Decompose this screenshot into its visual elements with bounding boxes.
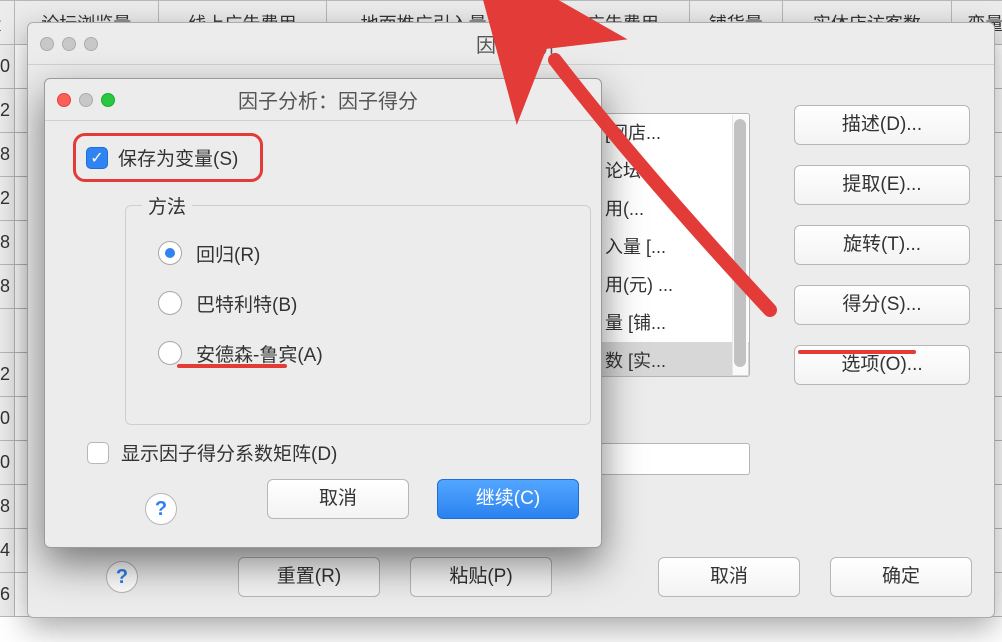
main-dialog-title: 因子分析 xyxy=(98,29,994,58)
reset-button[interactable]: 重置(R) xyxy=(238,557,380,597)
right-buttons-column: 描述(D)... 提取(E)... 旋转(T)... 得分(S)... 选项(O… xyxy=(794,105,970,405)
save-as-variable-label: 保存为变量(S) xyxy=(118,144,238,171)
scores-button[interactable]: 得分(S)... xyxy=(794,285,970,325)
show-matrix-label: 显示因子得分系数矩阵(D) xyxy=(121,439,337,466)
sub-dialog-title: 因子分析：因子得分 xyxy=(115,85,601,114)
save-as-variable-row[interactable]: ✓ 保存为变量(S) xyxy=(73,133,263,182)
rotate-button[interactable]: 旋转(T)... xyxy=(794,225,970,265)
check-icon: ✓ xyxy=(90,148,103,168)
list-item[interactable]: 论坛... xyxy=(599,152,749,190)
close-icon[interactable] xyxy=(57,93,71,107)
radio-button[interactable] xyxy=(158,241,182,265)
ok-button[interactable]: 确定 xyxy=(830,557,972,597)
cell[interactable]: 558 xyxy=(0,133,15,177)
cell[interactable]: 068 xyxy=(0,265,15,309)
cell[interactable]: 046 xyxy=(0,573,15,617)
minimize-icon[interactable] xyxy=(79,93,93,107)
annotation-underline xyxy=(177,364,287,368)
variables-list[interactable]: [网店...论坛...用(...入量 [...用(元) ...量 [铺...数 … xyxy=(598,113,750,377)
traffic-lights xyxy=(57,93,115,107)
continue-button[interactable]: 继续(C) xyxy=(437,479,579,519)
help-button[interactable]: ? xyxy=(106,561,138,593)
cell[interactable]: 004 xyxy=(0,529,15,573)
cell[interactable]: 720 xyxy=(0,441,15,485)
radio-label: 安德森-鲁宾(A) xyxy=(196,340,323,367)
zoom-icon[interactable] xyxy=(101,93,115,107)
radio-button[interactable] xyxy=(158,341,182,365)
annotation-underline xyxy=(798,350,916,354)
traffic-lights xyxy=(40,37,98,51)
minimize-icon[interactable] xyxy=(62,37,76,51)
scrollbar[interactable] xyxy=(732,115,748,375)
cell[interactable]: 830 xyxy=(0,397,15,441)
close-icon[interactable] xyxy=(40,37,54,51)
cell[interactable]: 888 xyxy=(0,221,15,265)
cell[interactable] xyxy=(0,309,15,353)
scrollbar-thumb[interactable] xyxy=(734,119,746,367)
radio-option[interactable]: 安德森-鲁宾(A) xyxy=(126,328,590,378)
main-bottom-row: ? 重置(R) 粘贴(P) 取消 确定 xyxy=(28,553,994,601)
cell[interactable]: 742 xyxy=(0,353,15,397)
list-item[interactable]: 用(元) ... xyxy=(599,266,749,304)
list-item[interactable]: [网店... xyxy=(599,114,749,152)
show-matrix-row[interactable]: 显示因子得分系数矩阵(D) xyxy=(87,439,337,466)
help-button[interactable]: ? xyxy=(145,493,177,525)
sub-titlebar: 因子分析：因子得分 xyxy=(45,79,601,121)
save-as-variable-checkbox[interactable]: ✓ xyxy=(86,147,108,169)
describe-button[interactable]: 描述(D)... xyxy=(794,105,970,145)
factor-scores-dialog: 因子分析：因子得分 ✓ 保存为变量(S) 方法 回归(R) 巴特利特(B) 安德森-… xyxy=(44,78,602,548)
cell[interactable]: 888 xyxy=(0,485,15,529)
radio-label: 回归(R) xyxy=(196,240,260,267)
radio-option[interactable]: 回归(R) xyxy=(126,228,590,278)
extract-button[interactable]: 提取(E)... xyxy=(794,165,970,205)
cell[interactable]: 542 xyxy=(0,89,15,133)
zoom-icon[interactable] xyxy=(84,37,98,51)
radio-label: 巴特利特(B) xyxy=(196,290,297,317)
method-groupbox: 方法 回归(R)巴特利特(B)安德森-鲁宾(A) xyxy=(125,205,591,425)
column-header[interactable]: 量 xyxy=(0,1,15,45)
main-titlebar: 因子分析 xyxy=(28,23,994,65)
list-item[interactable]: 入量 [... xyxy=(599,228,749,266)
cell[interactable]: 412 xyxy=(0,177,15,221)
cancel-button[interactable]: 取消 xyxy=(658,557,800,597)
sub-bottom-row: ? 取消 继续(C) xyxy=(45,487,601,531)
list-item[interactable]: 量 [铺... xyxy=(599,304,749,342)
cancel-button[interactable]: 取消 xyxy=(267,479,409,519)
show-matrix-checkbox[interactable] xyxy=(87,442,109,464)
list-item[interactable]: 数 [实... xyxy=(599,342,749,377)
paste-button[interactable]: 粘贴(P) xyxy=(410,557,552,597)
cell[interactable]: 780 xyxy=(0,45,15,89)
method-legend: 方法 xyxy=(142,192,192,219)
radio-option[interactable]: 巴特利特(B) xyxy=(126,278,590,328)
radio-button[interactable] xyxy=(158,291,182,315)
list-item[interactable]: 用(... xyxy=(599,190,749,228)
